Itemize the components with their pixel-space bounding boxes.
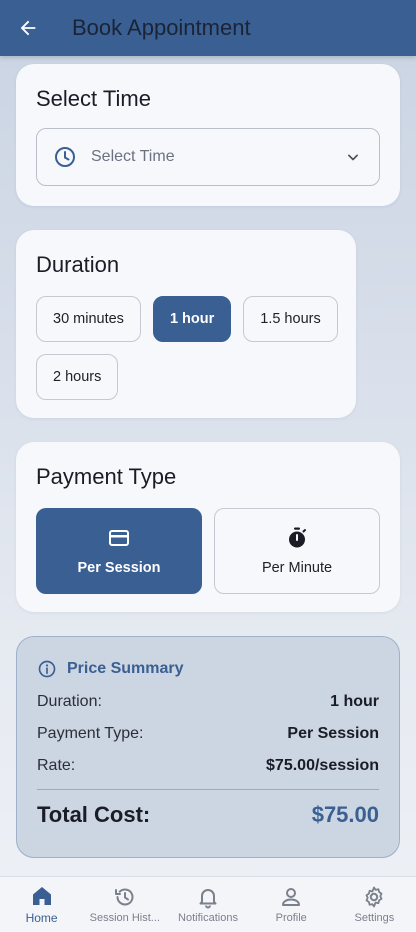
nav-label-notifications: Notifications: [178, 912, 238, 924]
summary-rate-value: $75.00/session: [266, 757, 379, 774]
nav-item-notifications[interactable]: Notifications: [166, 877, 249, 932]
summary-divider: [37, 789, 379, 790]
credit-card-icon: [109, 530, 129, 546]
app-bar: Book Appointment: [0, 0, 416, 56]
summary-duration-label: Duration:: [37, 693, 102, 710]
nav-label-settings: Settings: [354, 912, 395, 924]
total-cost-label: Total Cost:: [37, 802, 151, 827]
duration-title: Duration: [36, 252, 120, 277]
clock-icon: [55, 147, 75, 167]
nav-label-home: Home: [25, 911, 58, 925]
per-minute-label: Per Minute: [261, 560, 333, 576]
arrow-back-icon: [20, 20, 36, 36]
duration-chip-1-hour[interactable]: 1 hour: [152, 296, 232, 342]
stopwatch-icon: [289, 527, 306, 548]
duration-chip-2-hours[interactable]: 2 hours: [36, 354, 119, 400]
duration-chip-30-minutes[interactable]: 30 minutes: [36, 296, 141, 342]
back-button[interactable]: [0, 0, 56, 56]
select-time-card: Select Time Select Time: [16, 64, 400, 206]
gear-icon: [366, 886, 383, 908]
nav-item-settings[interactable]: Settings: [333, 877, 416, 932]
summary-total-row: Total Cost: $75.00: [37, 802, 379, 828]
summary-row-rate: Rate: $75.00/session: [37, 757, 379, 775]
person-icon: [282, 888, 301, 906]
nav-label-profile: Profile: [275, 912, 307, 924]
per-session-label: Per Session: [77, 560, 161, 576]
summary-payment-type-label: Payment Type:: [37, 725, 144, 742]
summary-duration-value: 1 hour: [330, 693, 379, 710]
per-session-option[interactable]: Per Session: [36, 508, 202, 594]
home-icon: [32, 887, 51, 905]
time-dropdown[interactable]: Select Time: [36, 128, 380, 186]
summary-rate-label: Rate:: [37, 757, 76, 774]
page-title: Book Appointment: [72, 15, 251, 40]
duration-card: Duration 30 minutes 1 hour 1.5 hours 2 h…: [16, 230, 356, 418]
price-summary-card: Price Summary Duration: 1 hour Payment T…: [16, 636, 400, 858]
duration-options: 30 minutes 1 hour 1.5 hours 2 hours: [36, 296, 340, 400]
time-dropdown-placeholder: Select Time: [91, 148, 175, 165]
info-icon: [38, 660, 56, 678]
history-icon: [114, 888, 134, 906]
total-cost-value: $75.00: [311, 802, 379, 827]
chevron-down-icon: [348, 154, 358, 161]
per-minute-option[interactable]: Per Minute: [214, 508, 380, 594]
bottom-navigation: Home Session Hist... Notifications Profi…: [0, 876, 416, 932]
nav-label-session-history: Session Hist...: [89, 912, 160, 924]
nav-item-home[interactable]: Home: [0, 877, 83, 932]
payment-type-title: Payment Type: [36, 464, 177, 489]
summary-row-duration: Duration: 1 hour: [37, 693, 379, 711]
price-summary-title: Price Summary: [67, 660, 184, 677]
payment-type-card: Payment Type Per Session Per Minute: [16, 442, 400, 612]
select-time-title: Select Time: [36, 86, 151, 111]
bell-icon: [199, 889, 217, 909]
nav-item-profile[interactable]: Profile: [250, 877, 333, 932]
summary-row-payment-type: Payment Type: Per Session: [37, 725, 379, 743]
summary-payment-type-value: Per Session: [287, 725, 379, 742]
duration-chip-1-5-hours[interactable]: 1.5 hours: [243, 296, 338, 342]
nav-item-session-history[interactable]: Session Hist...: [83, 877, 166, 932]
